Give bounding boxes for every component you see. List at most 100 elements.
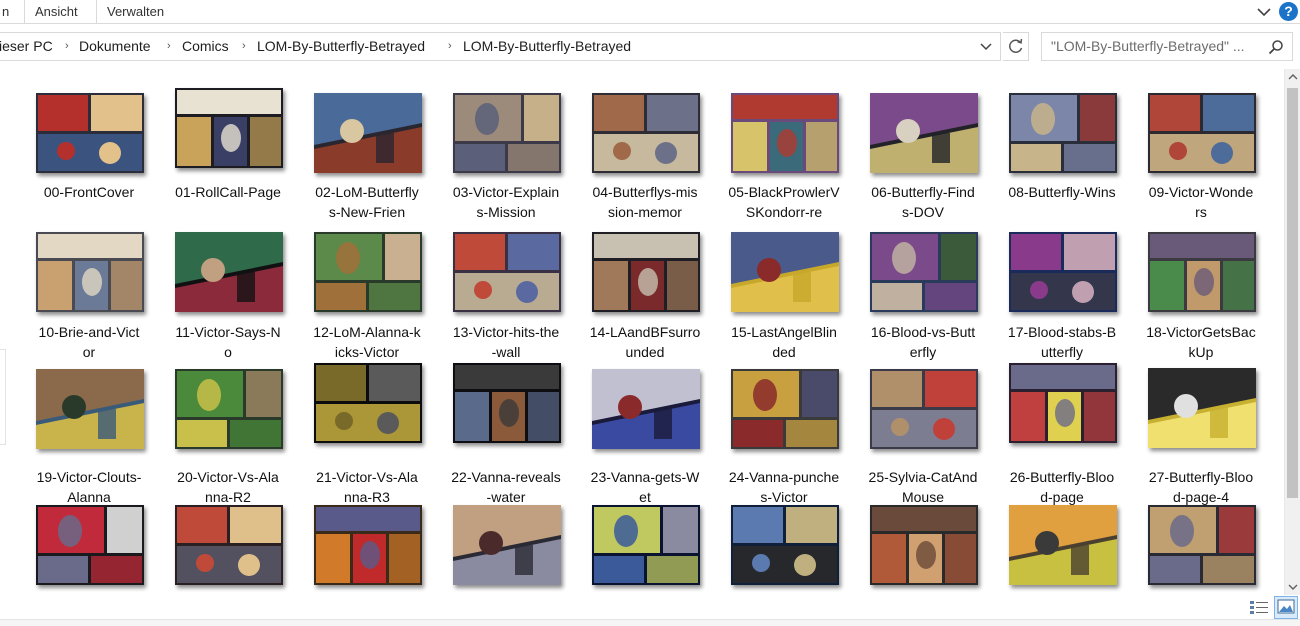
comic-page-thumbnail[interactable] (1009, 505, 1117, 585)
file-item[interactable]: 06-Butterfly-Find s-DOV (861, 69, 985, 220)
file-item[interactable]: 26-Butterfly-Bloo d-page (1000, 354, 1124, 505)
breadcrumb-dokumente[interactable]: Dokumente (79, 33, 151, 60)
comic-page-thumbnail[interactable] (731, 232, 839, 312)
vertical-scrollbar[interactable] (1284, 69, 1300, 595)
file-item[interactable]: 10-Brie-and-Vict or (27, 209, 151, 360)
scroll-down-arrow-icon[interactable] (1285, 579, 1300, 595)
file-item[interactable]: 18-VictorGetsBac kUp (1139, 209, 1263, 360)
breadcrumb-folder-parent[interactable]: LOM-By-Butterfly-Betrayed (257, 33, 425, 60)
file-item[interactable] (444, 499, 568, 595)
large-icons-view-icon[interactable] (1274, 596, 1298, 619)
comic-page-thumbnail[interactable] (36, 232, 144, 312)
comic-page-thumbnail[interactable] (1009, 232, 1117, 312)
file-item[interactable]: 27-Butterfly-Bloo d-page-4 (1139, 354, 1263, 505)
comic-page-thumbnail[interactable] (1009, 363, 1117, 443)
comic-page-thumbnail[interactable] (314, 363, 422, 443)
details-view-icon[interactable] (1248, 598, 1270, 618)
file-item[interactable]: 00-FrontCover (27, 69, 151, 200)
comic-page-thumbnail[interactable] (453, 232, 561, 312)
file-item[interactable]: 17-Blood-stabs-B utterfly (1000, 209, 1124, 360)
help-icon[interactable]: ? (1279, 2, 1298, 21)
file-item[interactable]: 11-Victor-Says-N o (166, 209, 290, 360)
comic-page-thumbnail[interactable] (175, 232, 283, 312)
comic-page-thumbnail[interactable] (870, 232, 978, 312)
file-item[interactable] (305, 499, 429, 595)
file-item[interactable]: 04-Butterflys-mis sion-memor (583, 69, 707, 220)
ribbon-tab-freigeben[interactable]: n (0, 0, 19, 24)
breadcrumb-separator-icon[interactable]: › (167, 33, 171, 60)
comic-page-thumbnail[interactable] (175, 505, 283, 585)
file-item[interactable]: 09-Victor-Wonde rs (1139, 69, 1263, 220)
file-item[interactable]: 21-Victor-Vs-Ala nna-R3 (305, 354, 429, 505)
file-item[interactable]: 12-LoM-Alanna-k icks-Victor (305, 209, 429, 360)
comic-page-thumbnail[interactable] (453, 93, 561, 173)
file-item[interactable]: 13-Victor-hits-the -wall (444, 209, 568, 360)
file-item[interactable]: 24-Vanna-punche s-Victor (722, 354, 846, 505)
file-item[interactable] (1139, 499, 1263, 595)
comic-page-thumbnail[interactable] (314, 232, 422, 312)
search-input[interactable]: "LOM-By-Butterfly-Betrayed" ... (1041, 32, 1293, 61)
refresh-icon (1009, 38, 1023, 53)
comic-page-thumbnail[interactable] (870, 505, 978, 585)
file-item[interactable] (583, 499, 707, 595)
file-item[interactable] (722, 499, 846, 595)
breadcrumb-separator-icon[interactable]: › (242, 33, 246, 60)
comic-page-thumbnail[interactable] (1148, 232, 1256, 312)
comic-page-thumbnail[interactable] (36, 369, 144, 449)
comic-page-thumbnail[interactable] (36, 93, 144, 173)
file-item[interactable]: 19-Victor-Clouts- Alanna (27, 354, 151, 505)
search-icon[interactable] (1268, 39, 1284, 55)
comic-page-thumbnail[interactable] (314, 505, 422, 585)
ribbon-tab-ansicht[interactable]: Ansicht (24, 0, 88, 24)
expand-ribbon-chevron-icon[interactable] (1254, 2, 1274, 22)
file-item[interactable] (1000, 499, 1124, 595)
comic-page-thumbnail[interactable] (731, 505, 839, 585)
file-item[interactable] (861, 499, 985, 595)
comic-page-thumbnail[interactable] (1148, 368, 1256, 448)
comic-page-thumbnail[interactable] (592, 232, 700, 312)
breadcrumb-separator-icon[interactable]: › (65, 33, 69, 60)
comic-page-thumbnail[interactable] (870, 93, 978, 173)
comic-page-thumbnail[interactable] (175, 369, 283, 449)
file-name-line-1: 25-Sylvia-CatAnd (868, 469, 978, 485)
file-item[interactable]: 25-Sylvia-CatAnd Mouse (861, 354, 985, 505)
comic-page-thumbnail[interactable] (36, 505, 144, 585)
file-item[interactable]: 15-LastAngelBlin ded (722, 209, 846, 360)
file-item[interactable]: 16-Blood-vs-Butt erfly (861, 209, 985, 360)
file-item[interactable]: 22-Vanna-reveals -water (444, 354, 568, 505)
comic-page-thumbnail[interactable] (870, 369, 978, 449)
ribbon-tab-verwalten[interactable]: Verwalten (96, 0, 174, 24)
file-item[interactable]: 14-LAandBFsurro unded (583, 209, 707, 360)
breadcrumb-separator-icon[interactable]: › (448, 33, 452, 60)
refresh-button[interactable] (1003, 32, 1029, 61)
comic-page-thumbnail[interactable] (731, 369, 839, 449)
file-item[interactable]: 03-Victor-Explain s-Mission (444, 69, 568, 220)
breadcrumb-comics[interactable]: Comics (182, 33, 229, 60)
address-history-dropdown-icon[interactable] (977, 39, 995, 55)
comic-page-thumbnail[interactable] (1148, 505, 1256, 585)
comic-page-thumbnail[interactable] (731, 93, 839, 173)
comic-page-thumbnail[interactable] (592, 505, 700, 585)
file-item[interactable]: 05-BlackProwlerV SKondorr-re (722, 69, 846, 220)
comic-page-thumbnail[interactable] (1009, 93, 1117, 173)
comic-page-thumbnail[interactable] (453, 363, 561, 443)
comic-page-thumbnail[interactable] (1148, 93, 1256, 173)
comic-page-thumbnail[interactable] (175, 88, 283, 168)
file-item[interactable]: 20-Victor-Vs-Ala nna-R2 (166, 354, 290, 505)
address-bar[interactable]: ieser PC › Dokumente › Comics › LOM-By-B… (0, 32, 1001, 61)
comic-page-thumbnail[interactable] (592, 93, 700, 173)
breadcrumb-this-pc[interactable]: ieser PC (0, 33, 53, 60)
file-item[interactable]: 08-Butterfly-Wins (1000, 69, 1124, 200)
comic-page-thumbnail[interactable] (592, 369, 700, 449)
comic-page-thumbnail[interactable] (453, 505, 561, 585)
file-item[interactable]: 02-LoM-Butterfly s-New-Frien (305, 69, 429, 220)
scroll-up-arrow-icon[interactable] (1285, 69, 1300, 85)
file-item[interactable]: 01-RollCall-Page (166, 69, 290, 200)
navigation-pane-splitter[interactable] (0, 349, 6, 445)
file-item[interactable]: 23-Vanna-gets-W et (583, 354, 707, 505)
file-item[interactable] (166, 499, 290, 595)
scrollbar-thumb[interactable] (1287, 88, 1298, 498)
breadcrumb-folder-current[interactable]: LOM-By-Butterfly-Betrayed (463, 33, 631, 60)
comic-page-thumbnail[interactable] (314, 93, 422, 173)
file-item[interactable] (27, 499, 151, 595)
